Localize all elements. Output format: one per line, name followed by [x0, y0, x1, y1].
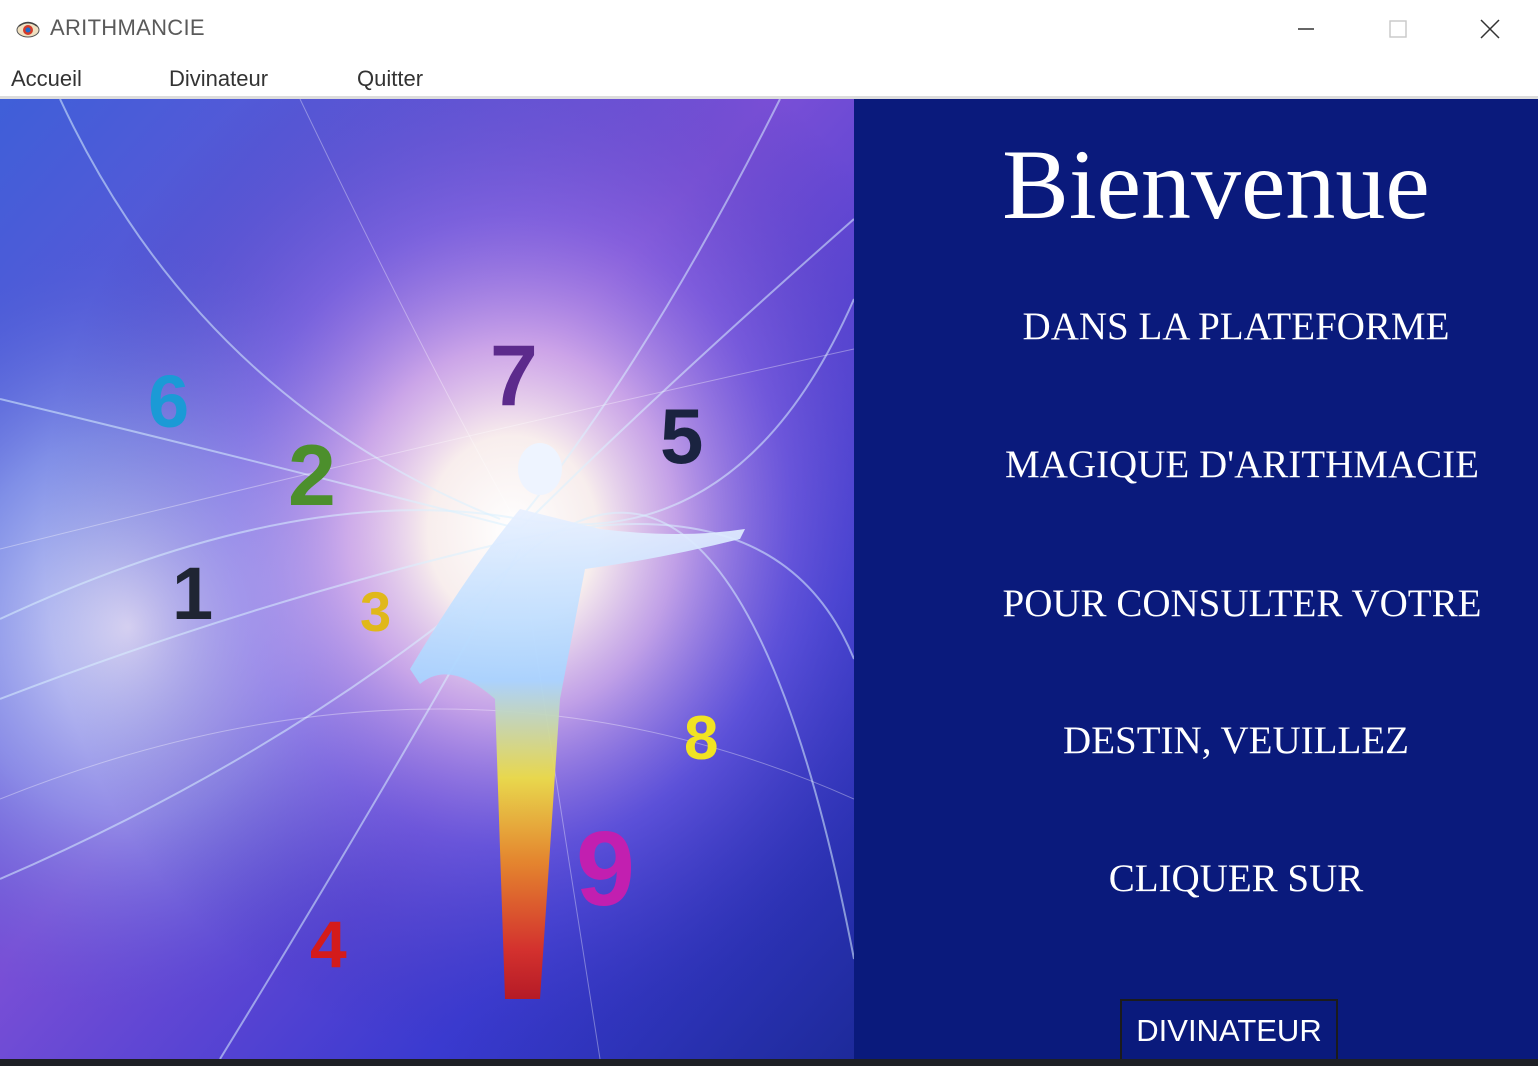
title-bar: ARITHMANCIE [0, 0, 1538, 58]
welcome-line-5: CLIQUER SUR [1108, 857, 1364, 900]
welcome-heading: Bienvenue [1002, 129, 1430, 240]
digit-2: 2 [288, 428, 336, 524]
illustration-canvas: 6 2 7 5 1 3 8 9 4 [0, 99, 854, 1059]
welcome-panel: Bienvenue DANS LA PLATEFORME MAGIQUE D'A… [854, 99, 1538, 1063]
minimize-icon [1298, 28, 1314, 30]
divinateur-button[interactable]: DIVINATEUR [1120, 999, 1338, 1063]
welcome-line-2: MAGIQUE D'ARITHMACIE [1005, 443, 1479, 486]
maximize-icon [1389, 20, 1407, 38]
close-button[interactable] [1444, 0, 1536, 58]
digit-7: 7 [490, 328, 538, 424]
minimize-button[interactable] [1260, 0, 1352, 58]
digit-8: 8 [684, 704, 718, 773]
digit-4: 4 [310, 907, 347, 981]
menu-item-accueil[interactable]: Accueil [11, 66, 82, 92]
app-eye-icon [16, 21, 40, 38]
menu-item-divinateur[interactable]: Divinateur [169, 66, 268, 92]
window-title: ARITHMANCIE [50, 15, 205, 40]
menu-item-quitter[interactable]: Quitter [357, 66, 423, 92]
numerology-illustration: 6 2 7 5 1 3 8 9 4 [0, 99, 854, 1059]
digit-5: 5 [660, 392, 703, 480]
digit-1: 1 [172, 552, 213, 635]
close-icon [1480, 19, 1500, 39]
window-bottom-edge [0, 1059, 1538, 1066]
menu-bar: Accueil Divinateur Quitter [0, 58, 1538, 96]
welcome-line-1: DANS LA PLATEFORME [1022, 305, 1450, 348]
digit-9: 9 [576, 810, 635, 928]
digit-3: 3 [360, 580, 391, 643]
digit-6: 6 [148, 360, 189, 443]
welcome-line-4: DESTIN, VEUILLEZ [1063, 719, 1409, 762]
welcome-line-3: POUR CONSULTER VOTRE [1002, 582, 1482, 625]
maximize-button[interactable] [1352, 0, 1444, 58]
